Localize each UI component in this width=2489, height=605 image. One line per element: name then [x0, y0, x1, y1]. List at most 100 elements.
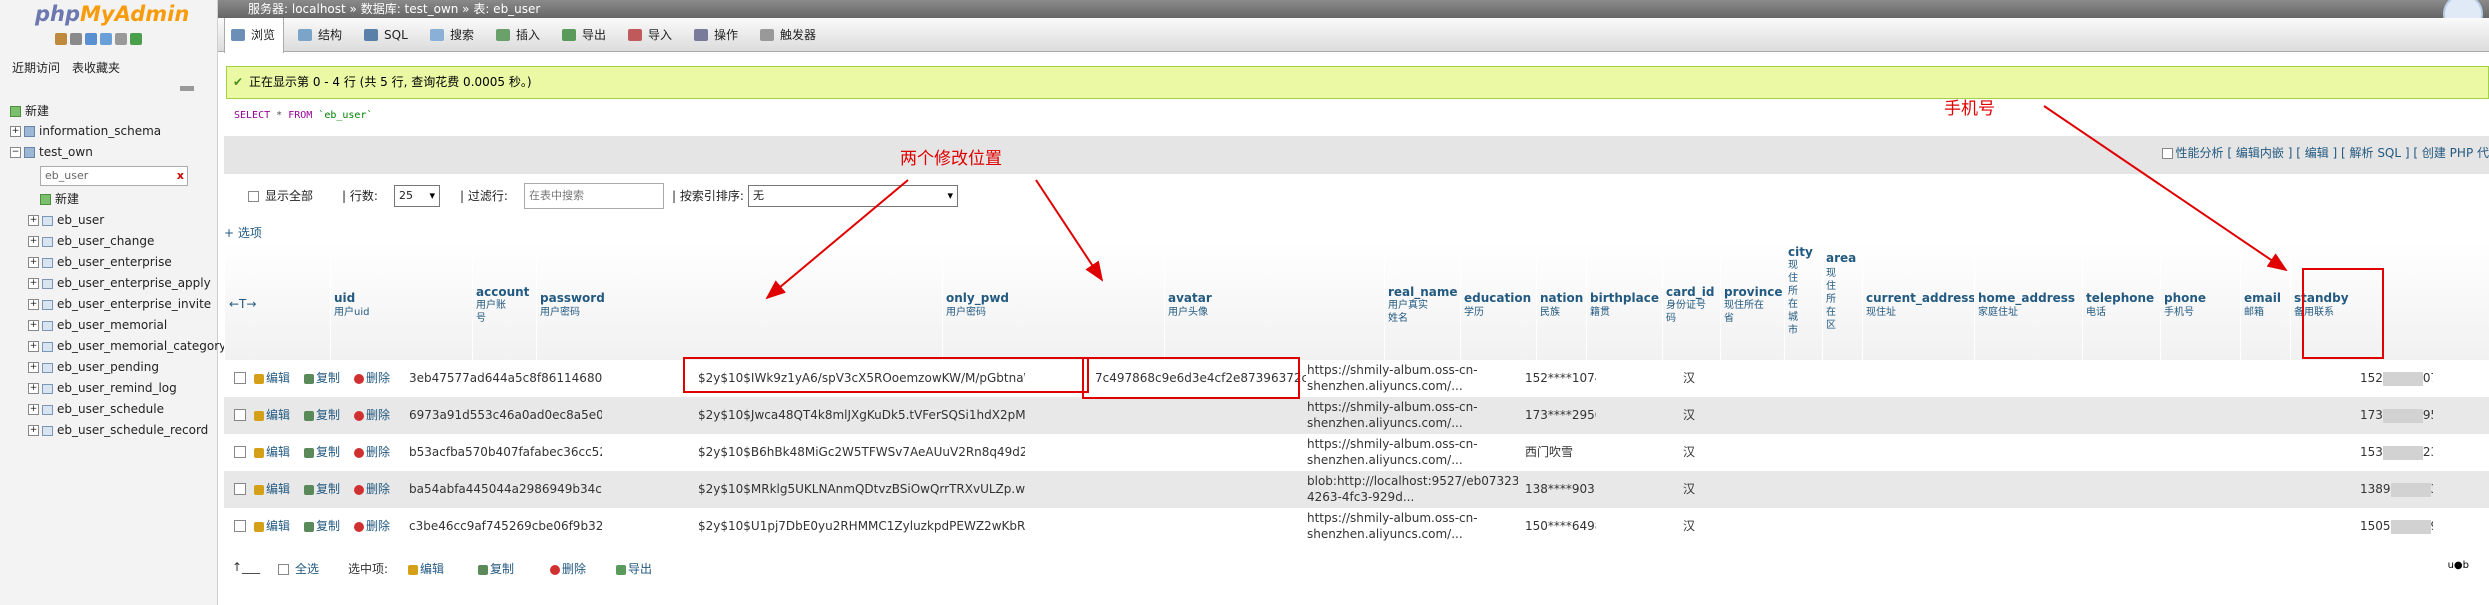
row-checkbox[interactable] [234, 520, 246, 532]
bulk-copy-button[interactable]: 复制 [478, 560, 514, 577]
tree-table[interactable]: + eb_user_schedule_record [28, 421, 208, 439]
edit-button[interactable]: 编辑 [254, 434, 290, 471]
header-nation[interactable]: nation 民族 [1536, 241, 1586, 369]
cell-avatar[interactable]: https://shmily-album.oss-cn-shenzhen.ali… [1304, 360, 1518, 397]
header-card-id[interactable]: card_id 身份证号码 [1662, 241, 1720, 369]
tab-insert[interactable]: 插入 [490, 18, 556, 52]
docs-icon[interactable] [100, 33, 112, 45]
copy-button[interactable]: 复制 [304, 397, 340, 434]
collapse-icon[interactable] [180, 86, 194, 91]
header-avatar[interactable]: avatar 用户头像 [1164, 241, 1384, 369]
bulk-delete-button[interactable]: 删除 [550, 560, 586, 577]
cell-avatar[interactable]: blob:http://localhost:9527/eb07323d- 4263… [1304, 471, 1518, 508]
tree-table[interactable]: + eb_user_memorial_category [28, 337, 226, 355]
header-uid[interactable]: uid 用户uid [330, 241, 472, 369]
delete-button[interactable]: 删除 [354, 360, 390, 397]
row-checkbox[interactable] [234, 372, 246, 384]
tree-table[interactable]: + eb_user_enterprise [28, 253, 172, 271]
cell-real-name[interactable]: 173****2950 [1522, 397, 1596, 434]
cell-password[interactable]: $2y$10$Jwca48QT4k8mlJXgKuDk5.tVFerSQSi1h… [695, 397, 1025, 434]
gear-icon[interactable] [115, 33, 127, 45]
table-filter-input[interactable]: eb_user x [40, 166, 188, 186]
tab-browse[interactable]: 浏览 [224, 18, 284, 53]
cell-password[interactable]: $2y$10$U1pj7DbE0yu2RHMMC1ZyluzkpdPEWZ2wK… [695, 508, 1025, 545]
cell-uid[interactable]: b53acfba570b407fafabec36cc52da5e [406, 434, 602, 471]
rows-select[interactable]: 25 [394, 185, 440, 207]
header-real-name[interactable]: real_name 用户真实姓名 [1384, 241, 1460, 369]
delete-button[interactable]: 删除 [354, 508, 390, 545]
show-all[interactable]: 显示全部 [248, 187, 313, 204]
cell-phone[interactable]: 173950 [2357, 397, 2433, 434]
check-all[interactable]: 全选 [278, 560, 319, 577]
header-home-address[interactable]: home_address 家庭住址 [1974, 241, 2082, 369]
tab-import[interactable]: 导入 [622, 18, 688, 52]
tree-table[interactable]: + eb_user_pending [28, 358, 159, 376]
edit-button[interactable]: 编辑 [254, 471, 290, 508]
tab-sql[interactable]: SQL [358, 18, 424, 52]
row-checkbox[interactable] [234, 446, 246, 458]
tree-table[interactable]: + eb_user_change [28, 232, 154, 250]
cell-uid[interactable]: 3eb47577ad644a5c8f86114680b75133 [406, 360, 602, 397]
cell-password[interactable]: $2y$10$B6hBk48MiGc2W5TFWSv7AeAUuV2Rn8q49… [695, 434, 1025, 471]
edit-button[interactable]: 编辑 [254, 508, 290, 545]
header-city[interactable]: city 现住所在城市 [1784, 241, 1822, 369]
cell-uid[interactable]: 6973a91d553c46a0ad0ec8a5e060f4c2 [406, 397, 602, 434]
tab-export[interactable]: 导出 [556, 18, 622, 52]
cell-avatar[interactable]: https://shmily-album.oss-cn-shenzhen.ali… [1304, 508, 1518, 545]
bulk-export-button[interactable]: 导出 [616, 560, 652, 577]
row-checkbox[interactable] [234, 483, 246, 495]
reload-icon[interactable] [130, 33, 142, 45]
tree-table[interactable]: + eb_user_schedule [28, 400, 164, 418]
help-icon[interactable] [85, 33, 97, 45]
header-province[interactable]: province 现住所在省 [1720, 241, 1784, 369]
delete-button[interactable]: 删除 [354, 397, 390, 434]
header-actions[interactable]: ←T→ [224, 241, 330, 369]
clear-filter-icon[interactable]: x [177, 167, 184, 185]
tree-db-information-schema[interactable]: + information_schema [10, 122, 161, 140]
cell-phone[interactable]: 152074 [2357, 360, 2433, 397]
home-icon[interactable] [55, 33, 67, 45]
options-link[interactable]: + 选项 [224, 224, 262, 241]
cell-nation[interactable]: 汉 [1680, 434, 1720, 471]
cell-uid[interactable]: ba54abfa445044a2986949b34c02da0b [406, 471, 602, 508]
tab-structure[interactable]: 结构 [292, 18, 358, 52]
tree-new-table[interactable]: 新建 [40, 190, 79, 208]
profiling-links[interactable]: 性能分析 [ 编辑内嵌 ] [ 编辑 ] [ 解析 SQL ] [ 创建 PHP… [2161, 144, 2489, 161]
header-current-address[interactable]: current_address 现住址 [1862, 241, 1976, 369]
cell-real-name[interactable]: 西门吹雪 [1522, 434, 1596, 471]
copy-button[interactable]: 复制 [304, 508, 340, 545]
recent-tab[interactable]: 近期访问 [8, 58, 64, 78]
breadcrumb[interactable]: 服务器: localhost » 数据库: test_own » 表: eb_u… [218, 0, 2489, 18]
tree-table[interactable]: + eb_user_enterprise_invite [28, 295, 211, 313]
copy-button[interactable]: 复制 [304, 434, 340, 471]
copy-button[interactable]: 复制 [304, 471, 340, 508]
header-account[interactable]: account 用户账号 [472, 241, 536, 369]
header-password[interactable]: password 用户密码 [536, 241, 942, 369]
tree-table[interactable]: + eb_user_remind_log [28, 379, 177, 397]
cell-nation[interactable]: 汉 [1680, 360, 1720, 397]
cell-nation[interactable]: 汉 [1680, 397, 1720, 434]
phpmyadmin-logo[interactable]: phpMyAdmin [35, 2, 189, 26]
cell-phone[interactable]: 150598 [2357, 508, 2433, 545]
cell-avatar[interactable]: https://shmily-album.oss-cn-shenzhen.ali… [1304, 397, 1518, 434]
header-telephone[interactable]: telephone 电话 [2082, 241, 2160, 369]
cell-password[interactable]: $2y$10$MRklg5UKLNAnmQDtvzBSiOwQrrTRXvULZ… [695, 471, 1025, 508]
tab-operations[interactable]: 操作 [688, 18, 754, 52]
header-phone[interactable]: phone 手机号 [2160, 241, 2240, 369]
row-checkbox[interactable] [234, 409, 246, 421]
cell-avatar[interactable]: https://shmily-album.oss-cn-shenzhen.ali… [1304, 434, 1518, 471]
cell-real-name[interactable]: 152****1074 [1522, 360, 1596, 397]
cell-nation[interactable]: 汉 [1680, 471, 1720, 508]
delete-button[interactable]: 删除 [354, 434, 390, 471]
tab-triggers[interactable]: 触发器 [754, 18, 834, 52]
header-only-pwd[interactable]: only_pwd 用户密码 [942, 241, 1164, 369]
cell-nation[interactable]: 汉 [1680, 508, 1720, 545]
edit-button[interactable]: 编辑 [254, 397, 290, 434]
bulk-edit-button[interactable]: 编辑 [408, 560, 444, 577]
cell-uid[interactable]: c3be46cc9af745269cbe06f9b3230f9f [406, 508, 602, 545]
header-education[interactable]: education 学历 [1460, 241, 1536, 369]
logout-icon[interactable] [70, 33, 82, 45]
cell-phone[interactable]: 15323 [2357, 434, 2433, 471]
tree-db-test-own[interactable]: − test_own [10, 143, 93, 161]
tree-new-database[interactable]: 新建 [10, 102, 49, 120]
